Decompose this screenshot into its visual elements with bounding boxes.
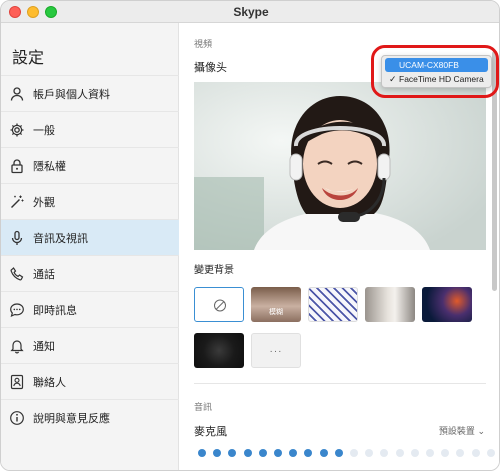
mic-level-dot	[441, 449, 450, 457]
audio-section-title: 音訊	[194, 402, 213, 412]
sidebar-item-help-feedback[interactable]: 說明與意見反應	[1, 399, 179, 435]
lock-icon	[11, 158, 23, 173]
sidebar-item-label: 外觀	[33, 196, 55, 209]
background-option-room[interactable]	[365, 287, 415, 322]
sidebar-item-messaging[interactable]: 即時訊息	[1, 291, 179, 327]
sidebar-item-label: 說明與意見反應	[33, 412, 110, 425]
settings-sidebar: 設定 帳戶與個人資料 一般 隱私權 外觀 音訊及視訊 通話 即時訊息 通知 聯絡…	[1, 23, 179, 470]
highlight-callout	[371, 45, 499, 98]
background-option-more[interactable]: ···	[251, 333, 301, 368]
sidebar-item-label: 一般	[33, 124, 55, 137]
background-option-blur[interactable]: 模糊	[251, 287, 301, 322]
sidebar-item-privacy[interactable]: 隱私權	[1, 147, 179, 183]
background-option-pattern[interactable]	[308, 287, 358, 322]
mic-level-dot	[258, 449, 267, 457]
mic-level-dot	[243, 449, 252, 457]
microphone-device-select[interactable]: 預設裝置 ⌄	[439, 424, 485, 437]
mic-level-dot	[395, 449, 404, 457]
sidebar-heading: 設定	[12, 50, 45, 67]
sidebar-item-label: 聯絡人	[33, 376, 66, 389]
mic-level-dot	[334, 449, 343, 457]
gear-icon	[10, 123, 24, 136]
mic-level-dot	[228, 449, 237, 457]
chat-bubble-icon	[10, 302, 24, 317]
skype-settings-window: Skype 設定 帳戶與個人資料 一般 隱私權 外觀 音訊及視訊 通話 即時訊息…	[0, 0, 500, 471]
camera-preview	[194, 82, 486, 250]
mic-level-dot	[471, 449, 480, 457]
chevron-down-icon: ⌄	[477, 426, 485, 436]
magic-wand-icon	[11, 195, 24, 208]
mic-level-dot	[380, 449, 389, 457]
sidebar-item-label: 隱私權	[33, 160, 66, 173]
mic-level-dot	[426, 449, 434, 457]
sidebar-item-notifications[interactable]: 通知	[1, 327, 179, 363]
section-divider	[194, 383, 486, 384]
mic-level-dot	[350, 449, 358, 457]
title-bar: Skype	[1, 1, 499, 23]
sidebar-item-label: 即時訊息	[33, 304, 77, 317]
mic-level-dot	[304, 449, 313, 457]
video-section-title: 視頻	[194, 39, 213, 49]
mic-level-dot	[456, 449, 465, 457]
phone-icon	[10, 266, 24, 280]
background-option-none[interactable]	[194, 287, 244, 322]
background-option-dark[interactable]	[194, 333, 244, 368]
window-title: Skype	[233, 5, 269, 19]
person-icon	[10, 86, 24, 101]
microphone-label: 麥克風	[194, 426, 227, 438]
background-option-space[interactable]	[422, 287, 472, 322]
sidebar-item-general[interactable]: 一般	[1, 111, 179, 147]
mic-level-dot	[274, 449, 282, 457]
mic-level-dot	[213, 449, 222, 457]
mic-level-dot	[365, 449, 374, 457]
mic-level-dot	[486, 449, 495, 457]
info-icon	[10, 410, 24, 425]
mic-level-dot	[410, 449, 419, 457]
bell-icon	[10, 339, 24, 353]
sidebar-item-label: 通話	[33, 268, 55, 281]
mic-level-dot	[198, 449, 206, 457]
prohibited-icon	[214, 299, 226, 312]
contact-card-icon	[10, 374, 24, 389]
change-background-label: 變更背景	[194, 265, 234, 276]
microphone-icon	[11, 230, 23, 245]
camera-preview-image	[194, 82, 486, 250]
sidebar-item-calling[interactable]: 通話	[1, 255, 179, 291]
mic-level-dot	[289, 449, 298, 457]
sidebar-item-contacts[interactable]: 聯絡人	[1, 363, 179, 399]
mic-level-dot	[319, 449, 328, 457]
blur-option-label: 模糊	[269, 309, 283, 316]
sidebar-item-label: 帳戶與個人資料	[33, 88, 110, 101]
more-backgrounds-label: ···	[269, 346, 283, 357]
sidebar-item-label: 通知	[33, 340, 55, 353]
sidebar-item-audio-video[interactable]: 音訊及視訊	[1, 219, 179, 255]
sidebar-item-label: 音訊及視訊	[33, 232, 88, 245]
sidebar-item-appearance[interactable]: 外觀	[1, 183, 179, 219]
sidebar-item-account[interactable]: 帳戶與個人資料	[1, 75, 179, 111]
camera-label: 攝像头	[194, 62, 227, 74]
microphone-device-value: 預設裝置	[438, 426, 475, 436]
